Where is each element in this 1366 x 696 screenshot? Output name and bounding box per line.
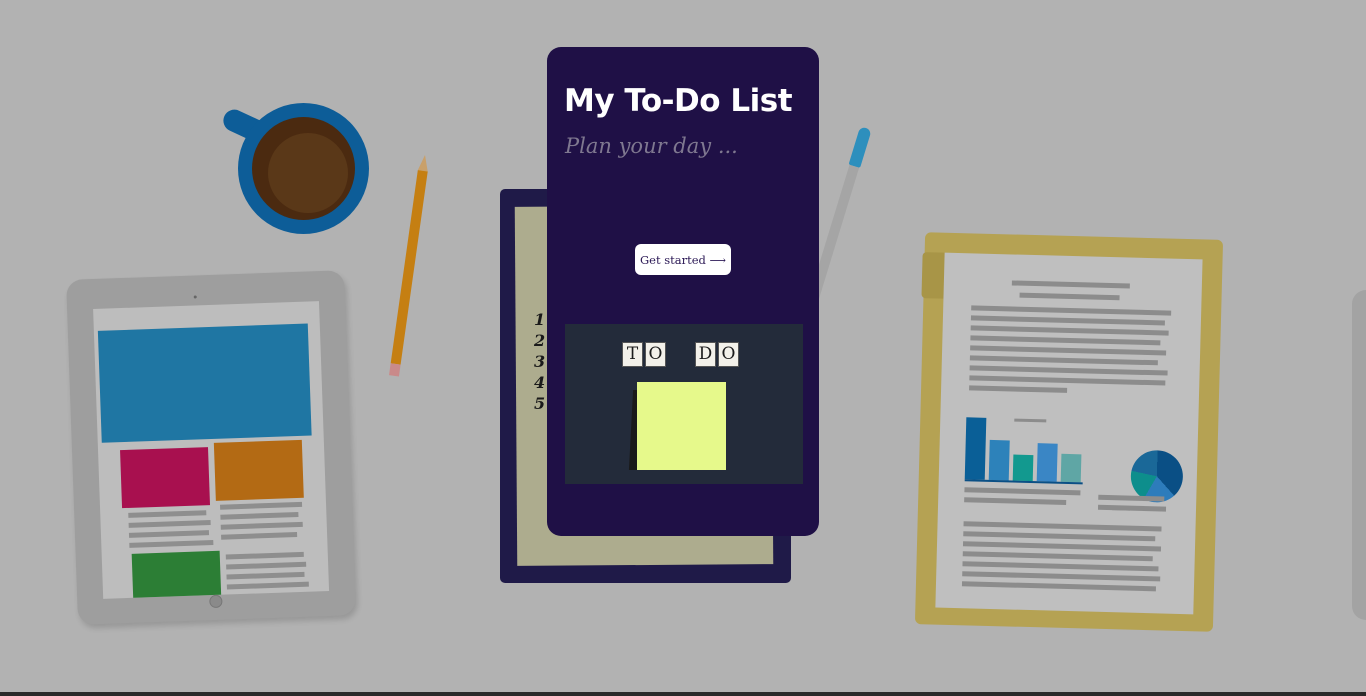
report-bar — [988, 439, 1010, 481]
tablet-text-line — [221, 532, 298, 540]
letter-tile: T — [622, 342, 643, 367]
tablet-text-line — [220, 521, 303, 530]
notebook-number: 5 — [534, 394, 546, 413]
letter-tile: D — [695, 342, 716, 367]
tablet-text-line — [129, 539, 214, 548]
tablet-green-block — [131, 550, 222, 599]
report-text-line — [969, 375, 1166, 386]
report-paper — [935, 252, 1203, 615]
edge-device-illustration — [1352, 290, 1366, 620]
report-text-line — [962, 561, 1159, 572]
report-bar — [1036, 443, 1058, 482]
tablet-pink-block — [120, 447, 211, 509]
pencil-eraser — [389, 363, 401, 377]
report-heading-line — [1011, 280, 1130, 289]
report-text-line — [1098, 494, 1165, 502]
coffee-mug-illustration — [219, 100, 372, 240]
tablet-text-line — [128, 530, 210, 538]
todo-card: My To-Do List Plan your day ... Get star… — [547, 47, 819, 536]
report-bar-chart — [964, 413, 1085, 483]
report-bar — [1012, 454, 1034, 482]
report-text-line — [969, 355, 1158, 366]
report-text-line — [970, 335, 1161, 346]
tablet-camera — [193, 295, 197, 299]
report-text-line — [970, 325, 1169, 336]
report-text-line — [963, 531, 1156, 542]
report-text-line — [971, 305, 1172, 316]
letter-tile: O — [718, 342, 739, 367]
bottom-border — [0, 692, 1366, 696]
report-text-line — [969, 385, 1068, 393]
report-text-line — [1097, 504, 1167, 512]
letter-tile: O — [645, 342, 666, 367]
report-text-line — [963, 521, 1162, 532]
report-text-line — [964, 497, 1067, 505]
notebook-number: 2 — [534, 331, 546, 350]
tablet-orange-block — [213, 439, 304, 501]
tablet-text-line — [128, 520, 211, 528]
report-bar — [1060, 453, 1082, 483]
report-text-line — [970, 315, 1165, 326]
todo-photo: T O D O — [565, 324, 803, 484]
pen-cap — [848, 126, 872, 169]
page-subtitle: Plan your day ... — [565, 134, 738, 158]
tablet-text-line — [225, 551, 304, 560]
report-text-line — [962, 551, 1153, 562]
report-text-line — [969, 365, 1168, 376]
tablet-hero-block — [97, 323, 312, 443]
report-heading-line — [1019, 292, 1120, 301]
tablet-illustration — [66, 270, 356, 625]
mug-coffee-shine — [268, 133, 348, 213]
sticky-note — [637, 382, 726, 470]
tablet-home-button — [209, 594, 223, 609]
tablet-text-line — [220, 511, 299, 520]
page-title: My To-Do List — [564, 83, 793, 119]
report-text-line — [961, 581, 1156, 592]
tablet-text-line — [226, 581, 309, 590]
pencil-tip — [417, 154, 430, 172]
pencil-illustration — [389, 154, 430, 378]
notebook-number: 4 — [534, 373, 546, 392]
report-text-line — [962, 541, 1162, 552]
folder-illustration — [914, 232, 1224, 632]
pencil-body — [390, 170, 428, 365]
tablet-text-line — [226, 571, 305, 580]
tablet-text-line — [226, 561, 307, 570]
report-text-line — [962, 571, 1161, 582]
notebook-number: 1 — [534, 310, 546, 329]
report-text-line — [970, 345, 1167, 356]
tablet-screen — [93, 301, 330, 599]
tablet-text-line — [220, 501, 303, 510]
report-bar — [964, 417, 987, 480]
notebook-number: 3 — [534, 352, 546, 371]
report-text-line — [964, 487, 1081, 496]
tablet-text-line — [128, 510, 207, 518]
get-started-button[interactable]: Get started ⟶ — [635, 244, 731, 275]
